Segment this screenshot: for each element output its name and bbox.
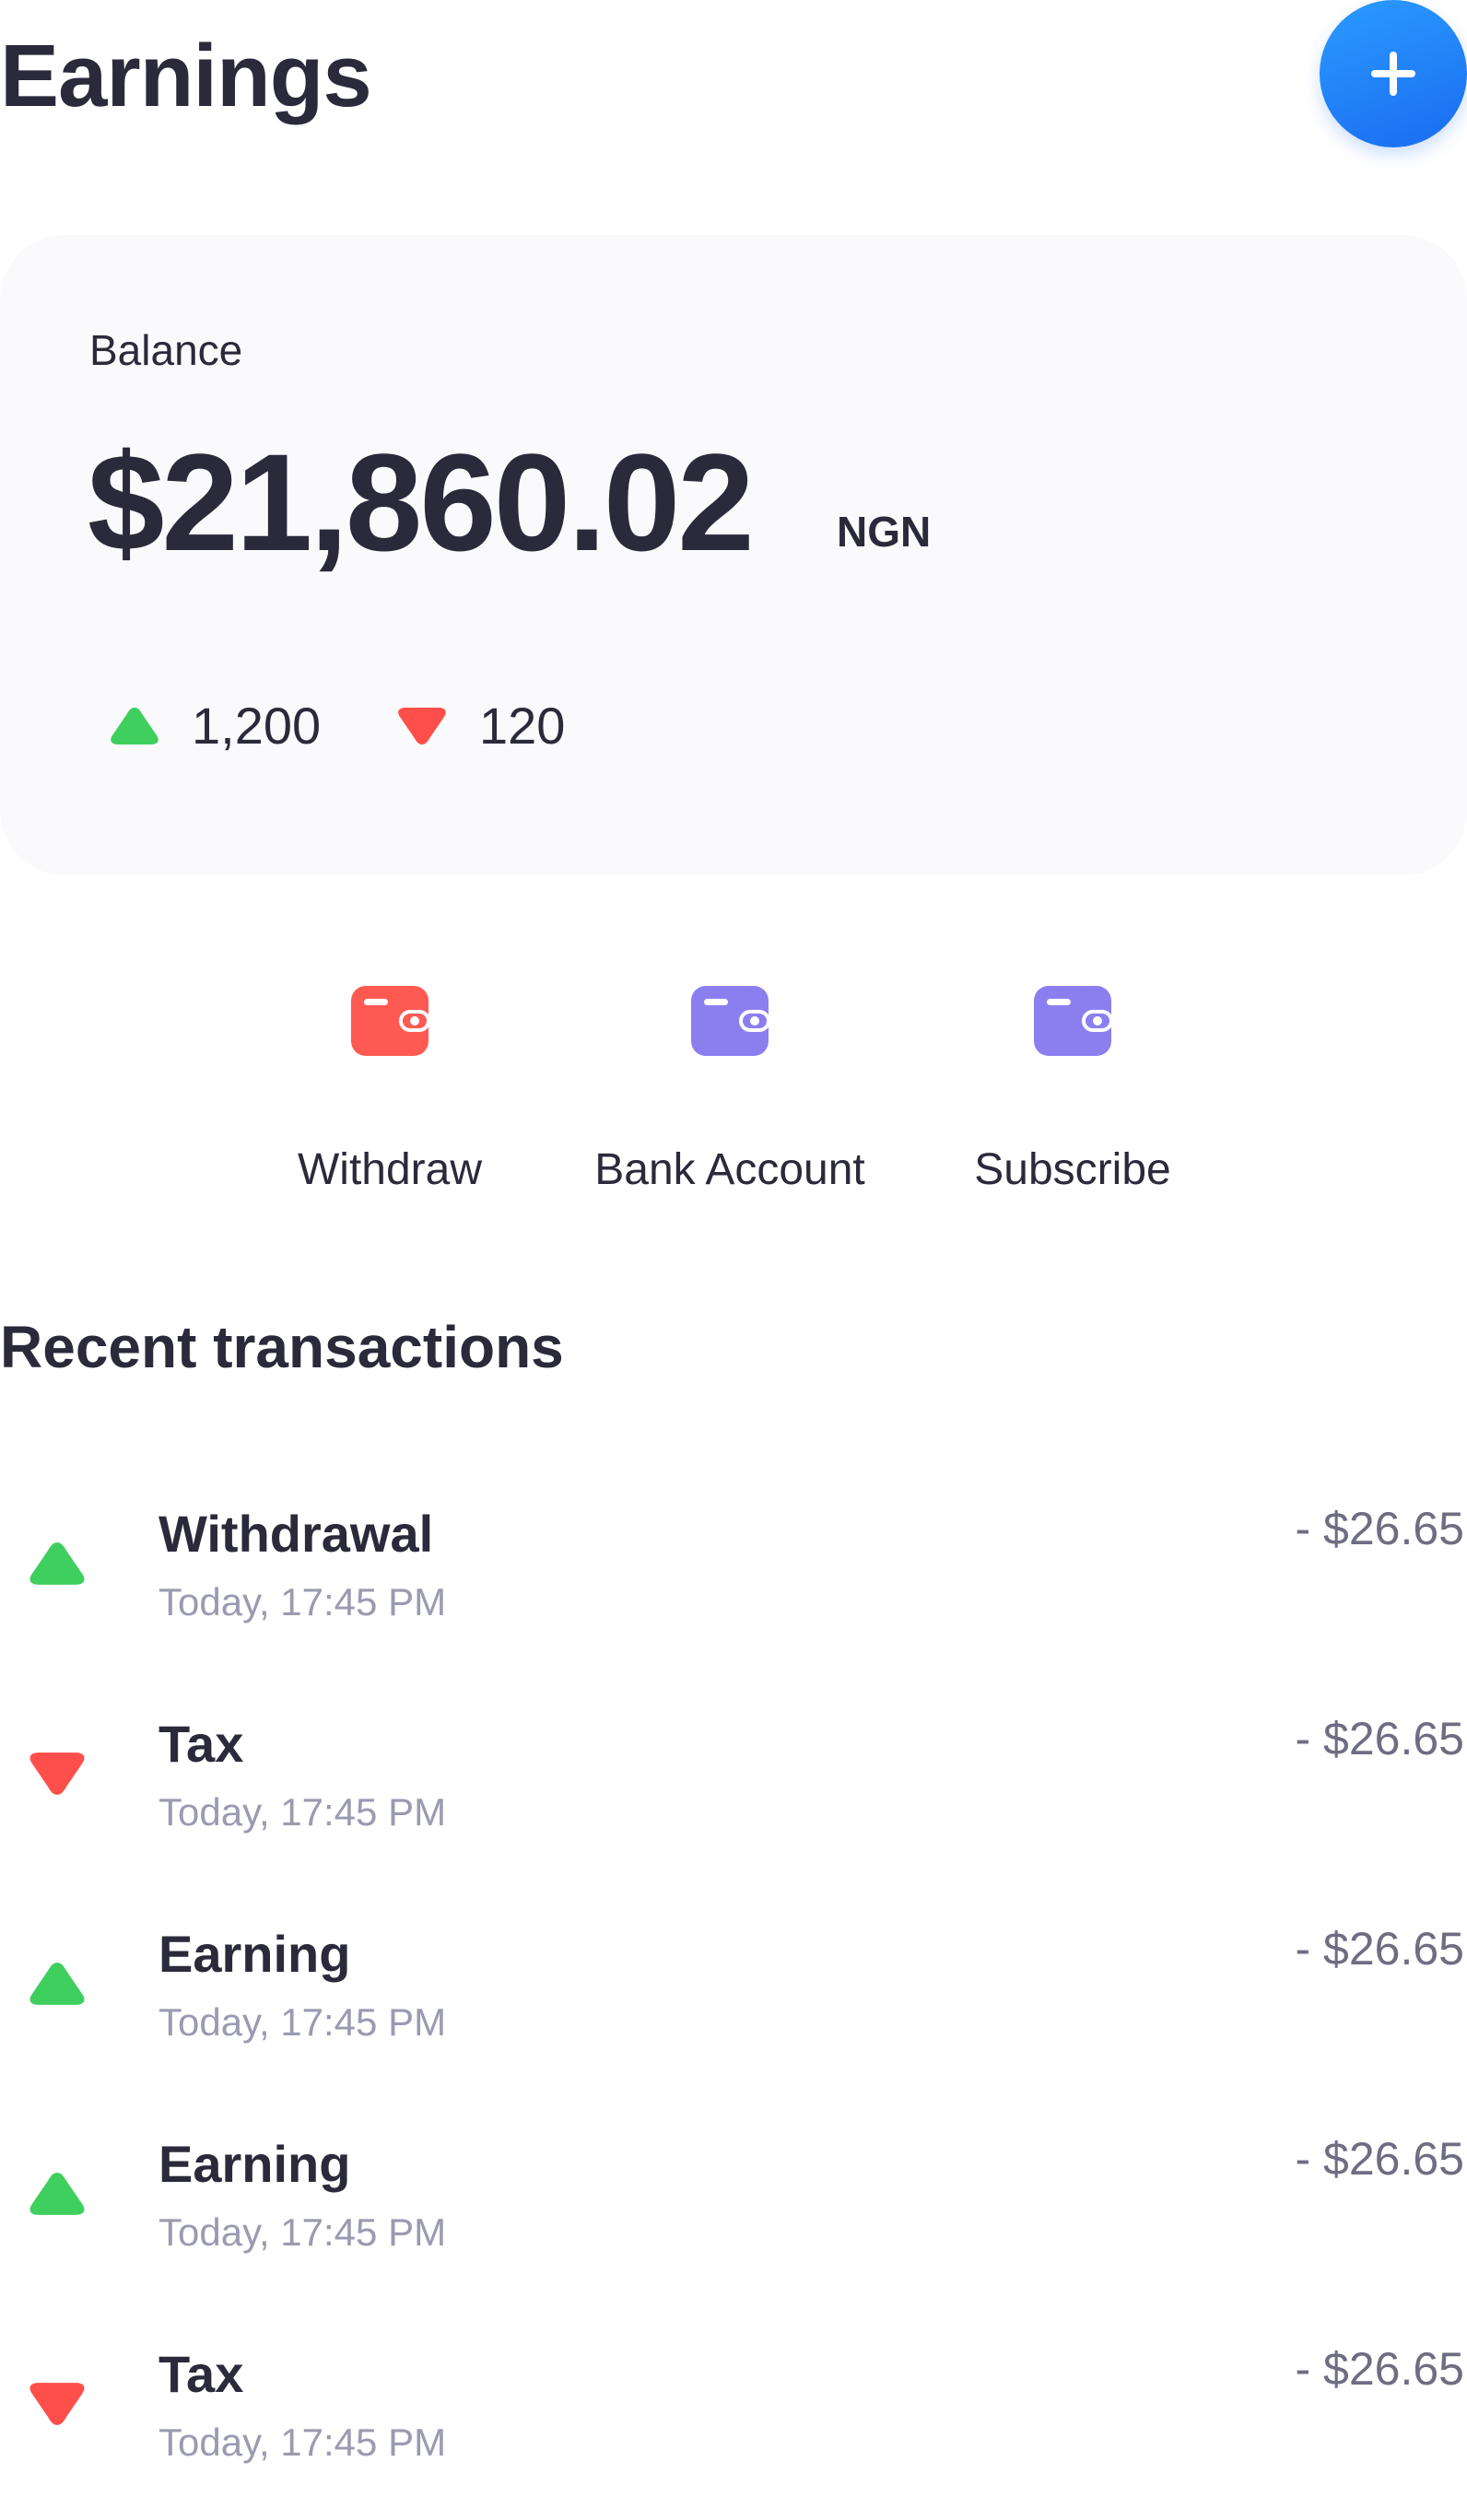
arrow-up-icon xyxy=(29,1542,85,1585)
arrow-down-icon xyxy=(398,707,446,744)
arrow-up-icon xyxy=(111,707,158,744)
income-stat: 1,200 xyxy=(109,696,321,756)
wallet-icon xyxy=(691,986,769,1056)
withdraw-label: Withdraw xyxy=(297,1145,483,1194)
transaction-title: Tax xyxy=(158,2345,244,2403)
transaction-amount: - $26.65 xyxy=(1295,1713,1464,1764)
transaction-row[interactable]: Withdrawal Today, 17:45 PM - $26.65 xyxy=(0,1503,1467,1695)
balance-card: Balance $21,860.02 NGN 1,200 120 xyxy=(0,235,1467,875)
transaction-amount: - $26.65 xyxy=(1295,1503,1464,1554)
bank-account-button[interactable]: Bank Account xyxy=(592,986,868,1195)
recent-transactions-heading: Recent transactions xyxy=(0,1314,564,1380)
transaction-amount: - $26.65 xyxy=(1295,2343,1464,2395)
transaction-title: Withdrawal xyxy=(158,1505,434,1563)
transaction-amount: - $26.65 xyxy=(1295,1923,1464,1975)
bank-account-label: Bank Account xyxy=(594,1145,865,1194)
arrow-down-icon xyxy=(29,2383,85,2425)
arrow-up-icon xyxy=(29,1963,85,2005)
income-value: 1,200 xyxy=(192,697,322,755)
subscribe-button[interactable]: Subscribe xyxy=(934,986,1211,1195)
balance-label: Balance xyxy=(89,326,243,374)
arrow-up-icon xyxy=(29,2173,85,2215)
plus-icon xyxy=(1371,52,1415,96)
wallet-icon xyxy=(1034,986,1111,1056)
expense-stat: 120 xyxy=(396,696,565,756)
transaction-row[interactable]: Earning Today, 17:45 PM - $26.65 xyxy=(0,1923,1467,2116)
page-title: Earnings xyxy=(0,27,372,125)
transaction-title: Earning xyxy=(158,2135,351,2193)
transaction-time: Today, 17:45 PM xyxy=(158,1580,447,1623)
withdraw-button[interactable]: Withdraw xyxy=(252,986,528,1195)
balance-currency: NGN xyxy=(837,508,932,556)
wallet-icon xyxy=(351,986,428,1056)
transaction-amount: - $26.65 xyxy=(1295,2133,1464,2185)
subscribe-label: Subscribe xyxy=(974,1145,1171,1194)
transaction-time: Today, 17:45 PM xyxy=(158,2420,447,2464)
add-button[interactable] xyxy=(1320,0,1467,147)
arrow-down-icon xyxy=(29,1752,85,1795)
transaction-row[interactable]: Tax Today, 17:45 PM - $26.65 xyxy=(0,2343,1467,2520)
transaction-title: Tax xyxy=(158,1715,244,1773)
transaction-time: Today, 17:45 PM xyxy=(158,2210,447,2254)
transaction-title: Earning xyxy=(158,1925,351,1983)
transaction-time: Today, 17:45 PM xyxy=(158,2000,447,2044)
balance-amount: $21,860.02 xyxy=(88,425,755,580)
transaction-row[interactable]: Earning Today, 17:45 PM - $26.65 xyxy=(0,2133,1467,2326)
transaction-row[interactable]: Tax Today, 17:45 PM - $26.65 xyxy=(0,1713,1467,1905)
transaction-time: Today, 17:45 PM xyxy=(158,1790,447,1834)
earnings-screen: Earnings Balance $21,860.02 NGN 1,200 12… xyxy=(0,0,1467,2520)
expense-value: 120 xyxy=(479,697,566,755)
